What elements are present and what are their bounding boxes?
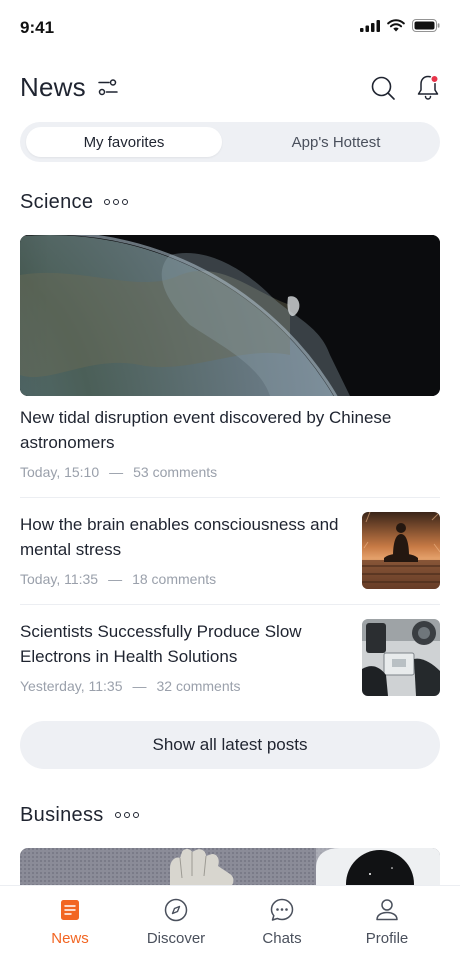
meta-separator: — [132,678,147,694]
status-icons [360,19,440,32]
business-section-header: Business [20,801,139,829]
profile-icon [376,899,398,921]
notification-bell-icon[interactable] [416,74,440,100]
status-bar: 9:41 [0,0,460,56]
featured-article-title[interactable]: New tidal disruption event discovered by… [20,405,440,455]
nav-profile[interactable]: Profile [337,896,437,956]
section-title-science: Science [20,190,94,213]
news-icon [61,900,79,920]
featured-article-meta: Today, 15:10 — 53 comments [20,464,217,480]
article-meta: Today, 11:35 — 18 comments [20,571,216,587]
feed-segmented-control: My favorites App's Hottest [20,122,440,162]
article-time: Today, 15:10 [20,464,100,480]
article-comments[interactable]: 53 comments [133,464,217,480]
more-options-icon[interactable] [104,199,129,205]
nav-label: News [51,930,89,947]
filter-icon[interactable] [98,79,118,96]
nav-discover[interactable]: Discover [126,896,226,956]
nav-label: Chats [262,930,302,947]
article-thumbnail-meditation[interactable] [362,512,440,589]
search-icon[interactable] [370,75,396,101]
earth-image [20,235,440,396]
nav-chats[interactable]: Chats [232,896,332,956]
header: News [20,70,440,106]
featured-article-image[interactable] [20,235,440,396]
cellular-signal-icon [360,19,380,32]
science-section-header: Science [20,188,129,216]
article-title[interactable]: Scientists Successfully Produce Slow Ele… [20,619,350,669]
article-comments[interactable]: 32 comments [156,678,240,694]
article-comments[interactable]: 18 comments [132,571,216,587]
divider [20,604,440,605]
compass-icon [164,898,188,922]
battery-icon [412,19,440,32]
meta-separator: — [108,571,123,587]
notification-dot [430,74,439,84]
article-meta: Yesterday, 11:35 — 32 comments [20,678,241,694]
section-title-business: Business [20,803,104,826]
tab-apps-hottest[interactable]: App's Hottest [238,127,434,157]
article-time: Yesterday, 11:35 [20,678,123,694]
bottom-navigation: News Discover Chats Profile [0,885,460,972]
tab-my-favorites[interactable]: My favorites [26,127,222,157]
page-title: News [20,72,86,102]
chat-bubble-icon [270,898,294,921]
article-thumbnail-lab[interactable] [362,619,440,696]
nav-label: Discover [146,930,206,947]
divider [20,497,440,498]
wifi-icon [387,19,405,32]
status-time: 9:41 [20,18,55,37]
meditation-image [362,512,440,589]
show-all-posts-button[interactable]: Show all latest posts [20,721,440,769]
article-title[interactable]: How the brain enables consciousness and … [20,512,350,562]
article-time: Today, 11:35 [20,571,99,587]
nav-label: Profile [365,930,409,947]
nav-news[interactable]: News [20,896,120,956]
lab-image [362,619,440,696]
more-options-icon[interactable] [114,812,139,818]
meta-separator: — [109,464,124,480]
